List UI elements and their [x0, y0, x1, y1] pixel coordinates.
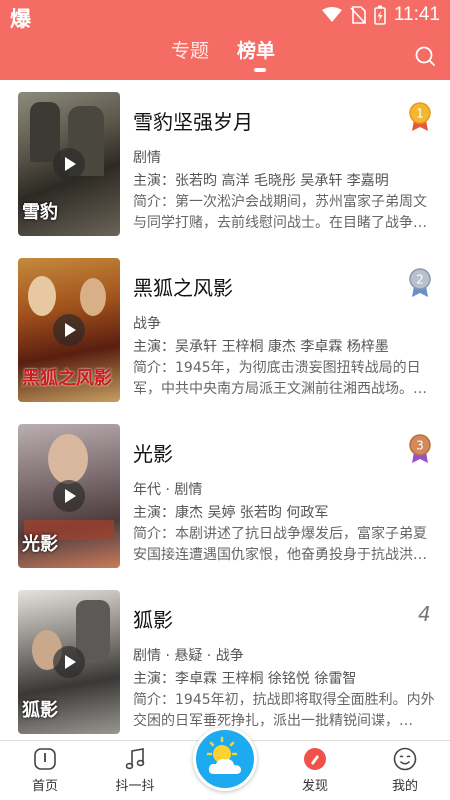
weather-button[interactable]	[193, 727, 257, 791]
music-note-icon	[125, 748, 145, 770]
item-cast: 主演：吴承轩 王梓桐 康杰 李卓霖 杨梓墨	[133, 339, 389, 355]
item-cast: 主演：康杰 吴婷 张若昀 何政军	[133, 505, 329, 521]
item-title[interactable]: 狐影	[133, 604, 173, 633]
poster-thumbnail[interactable]: 黑狐之风影	[18, 258, 120, 402]
poster-caption: 黑狐之风影	[22, 368, 112, 389]
poster-thumbnail[interactable]: 狐影	[18, 590, 120, 734]
play-icon	[53, 480, 85, 512]
item-genre: 年代 · 剧情	[133, 482, 203, 498]
battery-charging-icon	[374, 5, 386, 25]
item-genre: 剧情	[133, 150, 161, 166]
nav-discover[interactable]: 发现	[270, 741, 360, 800]
list-item[interactable]: 雪豹 雪豹坚强岁月 1 剧情 主演：张若昀 高洋 毛晓彤 吴承轩 李嘉明 简介：…	[0, 80, 450, 240]
active-tab-indicator	[254, 68, 266, 72]
search-icon[interactable]	[414, 45, 436, 67]
play-icon	[53, 148, 85, 180]
item-cast: 主演：李卓霖 王梓桐 徐铭悦 徐雷智	[133, 671, 357, 687]
rank-number: 3	[416, 439, 424, 453]
item-synopsis: 简介：第一次淞沪会战期间，苏州富家子弟周文与同学打赌，去前线慰问战士。在目睹了战…	[133, 194, 427, 231]
item-title[interactable]: 雪豹坚强岁月	[133, 106, 253, 135]
clock: 11:41	[393, 4, 440, 25]
item-synopsis: 简介：本剧讲述了抗日战争爆发后，富家子弟夏安国接连遭遇国仇家恨，他奋勇投身于抗战…	[133, 526, 427, 563]
rank-number: 4	[418, 602, 431, 626]
nav-label: 发现	[301, 779, 328, 794]
play-icon	[53, 646, 85, 678]
gold-medal-icon: 1	[409, 102, 431, 131]
poster-thumbnail[interactable]: 雪豹	[18, 92, 120, 236]
no-sim-icon	[350, 6, 366, 24]
status-bar: 爆 11:41	[0, 0, 450, 31]
poster-thumbnail[interactable]: 光影	[18, 424, 120, 568]
nav-shake[interactable]: 抖一抖	[90, 741, 180, 800]
system-indicators: 11:41	[321, 4, 440, 26]
rank-number: 1	[416, 107, 424, 121]
play-icon	[53, 314, 85, 346]
item-synopsis: 简介：1945年初，抗战即将取得全面胜利。内外交困的日军垂死挣扎，派出一批精锐间…	[133, 692, 435, 729]
poster-caption: 雪豹	[22, 202, 58, 223]
nav-label: 抖一抖	[115, 779, 155, 794]
poster-caption: 狐影	[22, 700, 58, 721]
tab-rankings[interactable]: 榜单	[237, 36, 275, 63]
list-item[interactable]: 狐影 狐影 4 剧情 · 悬疑 · 战争 主演：李卓霖 王梓桐 徐铭悦 徐雷智 …	[0, 578, 450, 738]
wifi-icon	[321, 7, 342, 22]
app-root: 爆 11:41 专题 榜单 雪豹 雪豹坚强岁月 1 剧情 主演：张若昀 高洋 毛…	[0, 0, 450, 800]
nav-profile[interactable]: 我的	[360, 741, 450, 800]
item-cast: 主演：张若昀 高洋 毛晓彤 吴承轩 李嘉明	[133, 173, 389, 189]
list-item[interactable]: 光影 光影 3 年代 · 剧情 主演：康杰 吴婷 张若昀 何政军 简介：本剧讲述…	[0, 412, 450, 572]
nav-home[interactable]: 首页	[0, 741, 90, 800]
item-synopsis: 简介：1945年，为彻底击溃妄图扭转战局的日军，中共中央南方局派王文渊前往湘西战…	[133, 360, 427, 397]
nav-label: 首页	[31, 779, 58, 794]
top-tabs: 专题 榜单	[0, 36, 450, 76]
profile-icon	[393, 747, 417, 771]
silver-medal-icon: 2	[409, 268, 431, 297]
app-logo: 爆	[10, 7, 31, 31]
discover-icon	[304, 748, 326, 770]
home-icon	[34, 748, 56, 770]
header-bar: 爆 11:41 专题 榜单	[0, 0, 450, 80]
item-title[interactable]: 光影	[133, 438, 173, 467]
item-title[interactable]: 黑狐之风影	[133, 272, 233, 301]
item-genre: 剧情 · 悬疑 · 战争	[133, 648, 244, 664]
weather-icon	[206, 736, 241, 774]
rank-number: 2	[416, 273, 424, 287]
bronze-medal-icon: 3	[409, 434, 431, 463]
ranking-list: 雪豹 雪豹坚强岁月 1 剧情 主演：张若昀 高洋 毛晓彤 吴承轩 李嘉明 简介：…	[0, 80, 450, 740]
item-genre: 战争	[133, 316, 161, 332]
tab-topics[interactable]: 专题	[171, 36, 209, 63]
nav-label: 我的	[391, 779, 418, 794]
list-item[interactable]: 黑狐之风影 黑狐之风影 2 战争 主演：吴承轩 王梓桐 康杰 李卓霖 杨梓墨 简…	[0, 246, 450, 406]
poster-caption: 光影	[22, 534, 58, 555]
